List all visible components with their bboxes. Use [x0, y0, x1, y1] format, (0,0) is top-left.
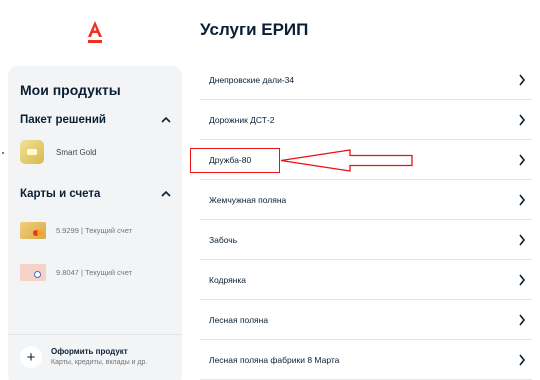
account-label: 5.9299 | Текущий счет: [56, 226, 133, 235]
service-row[interactable]: Забочь: [200, 220, 532, 260]
chevron-right-icon: [519, 314, 526, 326]
chevron-up-icon[interactable]: [160, 114, 172, 126]
service-label: Лесная поляна фабрики 8 Марта: [209, 355, 340, 365]
service-row[interactable]: Днепровские дали-34: [200, 60, 532, 100]
gold-card-icon: [20, 140, 44, 164]
mastercard-card-icon: [20, 222, 46, 239]
service-label: Жемчужная поляна: [209, 195, 287, 205]
products-sidebar: Мои продукты Пакет решений Smart Gold Ка…: [8, 66, 182, 380]
chevron-right-icon: [519, 74, 526, 86]
account-item[interactable]: 9.8047 | Текущий счет: [20, 264, 132, 281]
chevron-right-icon: [519, 114, 526, 126]
service-label: Днепровские дали-34: [209, 75, 295, 85]
pink-card-icon: [20, 264, 46, 281]
chevron-up-icon[interactable]: [160, 188, 172, 200]
account-item[interactable]: 5.9299 | Текущий счет: [20, 222, 132, 239]
service-row[interactable]: Дорожник ДСТ-2: [200, 100, 532, 140]
chevron-right-icon: [519, 234, 526, 246]
chevron-right-icon: [519, 154, 526, 166]
chevron-right-icon: [519, 354, 526, 366]
erip-services-list: Днепровские дали-34 Дорожник ДСТ-2 Дружб…: [200, 60, 532, 380]
product-label: Smart Gold: [56, 147, 97, 157]
account-label: 9.8047 | Текущий счет: [56, 268, 133, 277]
chevron-right-icon: [519, 274, 526, 286]
service-label: Лесная поляна: [209, 315, 269, 325]
packages-heading[interactable]: Пакет решений: [20, 114, 106, 126]
service-row[interactable]: Лесная поляна: [200, 300, 532, 340]
service-row[interactable]: Лесная поляна фабрики 8 Марта: [200, 340, 532, 380]
service-row[interactable]: Кодрянка: [200, 260, 532, 300]
sidebar-divider: [8, 334, 182, 335]
service-label: Забочь: [209, 235, 238, 245]
erip-services-page: Мои продукты Пакет решений Smart Gold Ка…: [0, 0, 540, 380]
page-title: Услуги ЕРИП: [200, 20, 309, 39]
alfa-bank-logo[interactable]: [82, 20, 108, 44]
plus-icon: +: [26, 348, 36, 366]
accounts-heading[interactable]: Карты и счета: [20, 188, 100, 200]
stray-dot: [2, 152, 4, 154]
service-label: Дорожник ДСТ-2: [209, 115, 275, 125]
add-product-subtitle: Карты, кредиты, вклады и др.: [51, 359, 148, 366]
service-label: Кодрянка: [209, 275, 247, 285]
highlight-box: [190, 148, 280, 173]
annotation-arrow-icon: [280, 149, 413, 172]
service-row[interactable]: Жемчужная поляна: [200, 180, 532, 220]
product-smart-gold[interactable]: Smart Gold: [20, 140, 96, 164]
sidebar-title: Мои продукты: [20, 82, 121, 98]
chevron-right-icon: [519, 194, 526, 206]
add-product-button[interactable]: +: [20, 346, 42, 368]
add-product-title[interactable]: Оформить продукт: [51, 347, 128, 356]
